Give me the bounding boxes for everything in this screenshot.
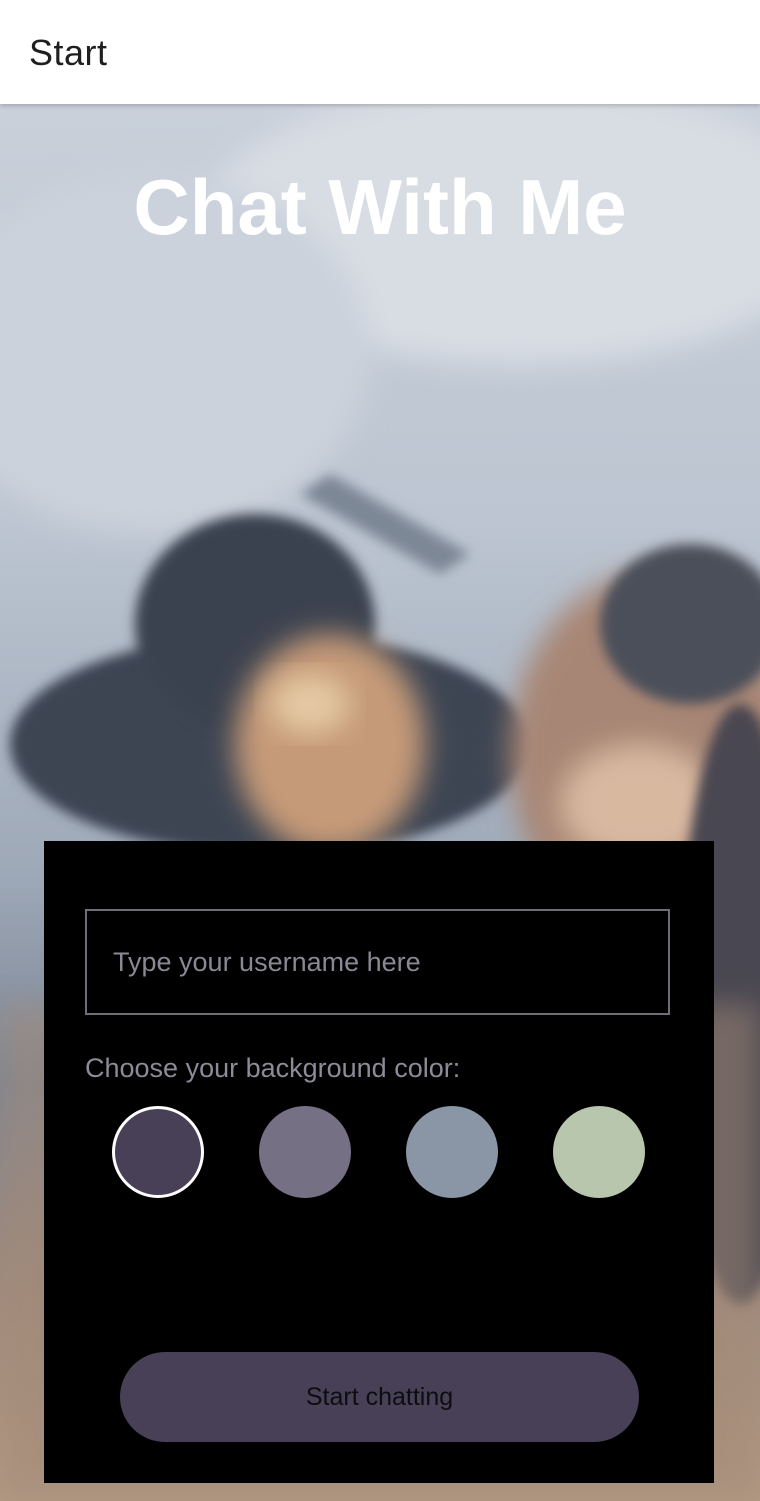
color-swatch-slate-blue[interactable] [406, 1106, 498, 1198]
start-screen: Start Chat With Me Type your username he… [0, 0, 760, 1501]
app-header: Start [0, 0, 760, 104]
color-swatch-dark-purple[interactable] [112, 1106, 204, 1198]
start-chatting-button[interactable]: Start chatting [120, 1352, 639, 1442]
color-choice-label: Choose your background color: [85, 1053, 461, 1083]
app-title: Chat With Me [133, 163, 627, 251]
color-swatch-sage-green[interactable] [553, 1106, 645, 1198]
login-panel: Choose your background color: Start chat… [44, 841, 714, 1483]
header-title: Start [29, 32, 108, 73]
username-input[interactable] [85, 909, 670, 1015]
color-swatch-gray-purple[interactable] [259, 1106, 351, 1198]
